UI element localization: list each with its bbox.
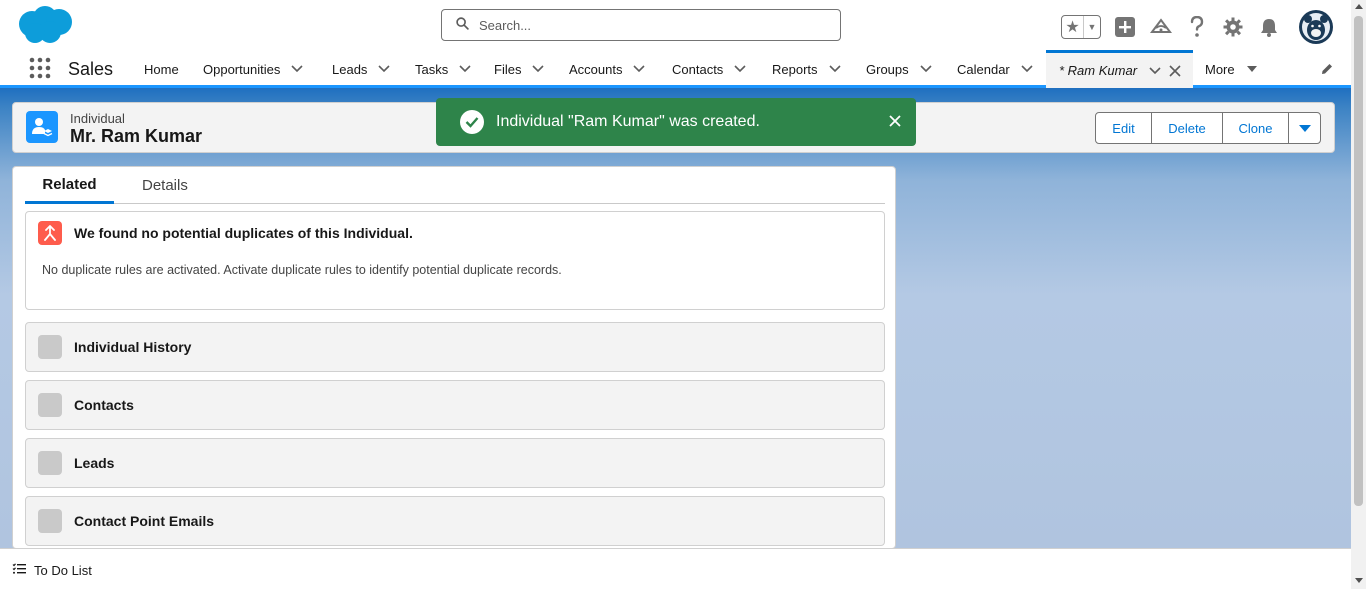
nav-item-label: Home bbox=[144, 61, 179, 77]
success-toast: Individual "Ram Kumar" was created. bbox=[436, 98, 916, 146]
nav-item-label: Reports bbox=[772, 61, 818, 77]
related-list-contact-point-emails[interactable]: Contact Point Emails bbox=[25, 496, 885, 546]
more-actions-button[interactable] bbox=[1288, 112, 1321, 144]
related-list-individual-history[interactable]: Individual History bbox=[25, 322, 885, 372]
chevron-down-icon[interactable] bbox=[290, 62, 304, 76]
nav-item-leads[interactable]: Leads bbox=[332, 50, 391, 88]
favorites-button-group: ★ ▼ bbox=[1061, 15, 1101, 39]
related-list-title[interactable]: Individual History bbox=[74, 339, 191, 355]
notifications-bell-icon[interactable] bbox=[1257, 15, 1281, 39]
nav-item-tasks[interactable]: Tasks bbox=[415, 50, 472, 88]
chevron-down-icon[interactable] bbox=[377, 62, 391, 76]
related-list-leads[interactable]: Leads bbox=[25, 438, 885, 488]
favorites-dropdown-icon[interactable]: ▼ bbox=[1084, 16, 1100, 38]
chevron-down-icon[interactable] bbox=[531, 62, 545, 76]
search-placeholder: Search... bbox=[479, 17, 532, 33]
delete-button[interactable]: Delete bbox=[1151, 112, 1223, 144]
nav-item-contacts[interactable]: Contacts bbox=[672, 50, 747, 88]
chevron-down-icon[interactable] bbox=[828, 62, 842, 76]
nav-item-label: Accounts bbox=[569, 61, 623, 77]
scroll-up-arrow-icon[interactable] bbox=[1355, 4, 1363, 9]
chevron-down-icon[interactable] bbox=[458, 62, 472, 76]
app-name: Sales bbox=[68, 59, 114, 79]
related-list-title[interactable]: Contacts bbox=[74, 397, 134, 413]
global-search-input[interactable]: Search... bbox=[441, 9, 841, 41]
scroll-down-arrow-icon[interactable] bbox=[1355, 578, 1363, 583]
nav-item-reports[interactable]: Reports bbox=[772, 50, 842, 88]
nav-more[interactable]: More bbox=[1205, 50, 1259, 88]
related-list-title[interactable]: Contact Point Emails bbox=[74, 513, 214, 529]
toast-message: Individual "Ram Kumar" was created. bbox=[496, 113, 760, 130]
record-actions: Edit Delete Clone bbox=[1095, 112, 1321, 144]
caret-down-icon bbox=[1298, 124, 1311, 132]
header-utilities: ★ ▼ bbox=[1061, 10, 1333, 44]
todo-list-utility[interactable]: To Do List bbox=[12, 563, 92, 578]
related-list-icon bbox=[38, 509, 62, 533]
duplicate-merge-icon bbox=[38, 221, 62, 245]
chevron-down-icon[interactable] bbox=[1020, 62, 1034, 76]
salesforce-logo[interactable] bbox=[15, 4, 75, 46]
help-icon[interactable] bbox=[1185, 15, 1209, 39]
related-list-icon bbox=[38, 451, 62, 475]
success-check-icon bbox=[460, 110, 484, 134]
nav-item-calendar[interactable]: Calendar bbox=[957, 50, 1034, 88]
nav-item-label: Files bbox=[494, 61, 522, 77]
nav-item-label: Leads bbox=[332, 61, 368, 77]
todo-list-label: To Do List bbox=[34, 563, 92, 578]
related-list-icon bbox=[38, 335, 62, 359]
add-icon[interactable] bbox=[1113, 15, 1137, 39]
nav-item-label: Tasks bbox=[415, 61, 449, 77]
record-title: Mr. Ram Kumar bbox=[70, 126, 203, 146]
utility-bar: To Do List bbox=[0, 548, 1351, 589]
nav-item-home[interactable]: Home bbox=[144, 50, 179, 88]
nav-tab-label: * Ram Kumar bbox=[1059, 63, 1138, 78]
related-list-contacts[interactable]: Contacts bbox=[25, 380, 885, 430]
chevron-down-icon[interactable] bbox=[919, 62, 933, 76]
scrollbar-thumb[interactable] bbox=[1354, 16, 1363, 506]
page-scrollbar[interactable] bbox=[1351, 0, 1366, 589]
chevron-down-icon[interactable] bbox=[1149, 66, 1161, 75]
search-icon bbox=[456, 17, 469, 33]
record-main-card: Related Details We found no potential du… bbox=[12, 166, 896, 549]
tab-details[interactable]: Details bbox=[142, 167, 188, 204]
nav-more-label: More bbox=[1205, 61, 1235, 77]
nav-item-label: Opportunities bbox=[203, 61, 281, 77]
app-launcher-icon[interactable] bbox=[29, 57, 51, 79]
user-avatar[interactable] bbox=[1299, 10, 1333, 44]
related-list-title[interactable]: Leads bbox=[74, 455, 114, 471]
edit-nav-pencil-icon[interactable] bbox=[1320, 62, 1334, 79]
edit-button[interactable]: Edit bbox=[1095, 112, 1152, 144]
record-object-type: Individual bbox=[70, 111, 125, 126]
duplicates-title: We found no potential duplicates of this… bbox=[74, 225, 413, 241]
related-list-icon bbox=[38, 393, 62, 417]
close-tab-icon[interactable] bbox=[1169, 64, 1181, 77]
nav-item-groups[interactable]: Groups bbox=[866, 50, 933, 88]
chevron-down-icon[interactable] bbox=[733, 62, 747, 76]
nav-item-opportunities[interactable]: Opportunities bbox=[203, 50, 304, 88]
setup-gear-icon[interactable] bbox=[1221, 15, 1245, 39]
app-navigation-bar: Sales Home Opportunities Leads Tasks Fil… bbox=[0, 50, 1351, 88]
tab-related[interactable]: Related bbox=[25, 167, 114, 204]
close-toast-icon[interactable] bbox=[888, 114, 902, 128]
global-header: Search... ★ ▼ bbox=[0, 0, 1351, 50]
trailhead-icon[interactable] bbox=[1149, 15, 1173, 39]
record-tabs: Related Details bbox=[25, 167, 885, 204]
caret-down-icon[interactable] bbox=[1245, 62, 1259, 76]
duplicates-text: No duplicate rules are activated. Activa… bbox=[42, 263, 562, 277]
favorites-star-icon[interactable]: ★ bbox=[1062, 16, 1084, 38]
checklist-icon bbox=[12, 563, 26, 578]
nav-item-accounts[interactable]: Accounts bbox=[569, 50, 646, 88]
nav-item-files[interactable]: Files bbox=[494, 50, 545, 88]
nav-tab-ram-kumar[interactable]: * Ram Kumar bbox=[1046, 50, 1193, 88]
clone-button[interactable]: Clone bbox=[1222, 112, 1289, 144]
individual-record-icon bbox=[26, 111, 58, 143]
nav-item-label: Contacts bbox=[672, 61, 724, 77]
duplicates-card: We found no potential duplicates of this… bbox=[25, 211, 885, 310]
chevron-down-icon[interactable] bbox=[632, 62, 646, 76]
nav-item-label: Groups bbox=[866, 61, 909, 77]
nav-item-label: Calendar bbox=[957, 61, 1010, 77]
